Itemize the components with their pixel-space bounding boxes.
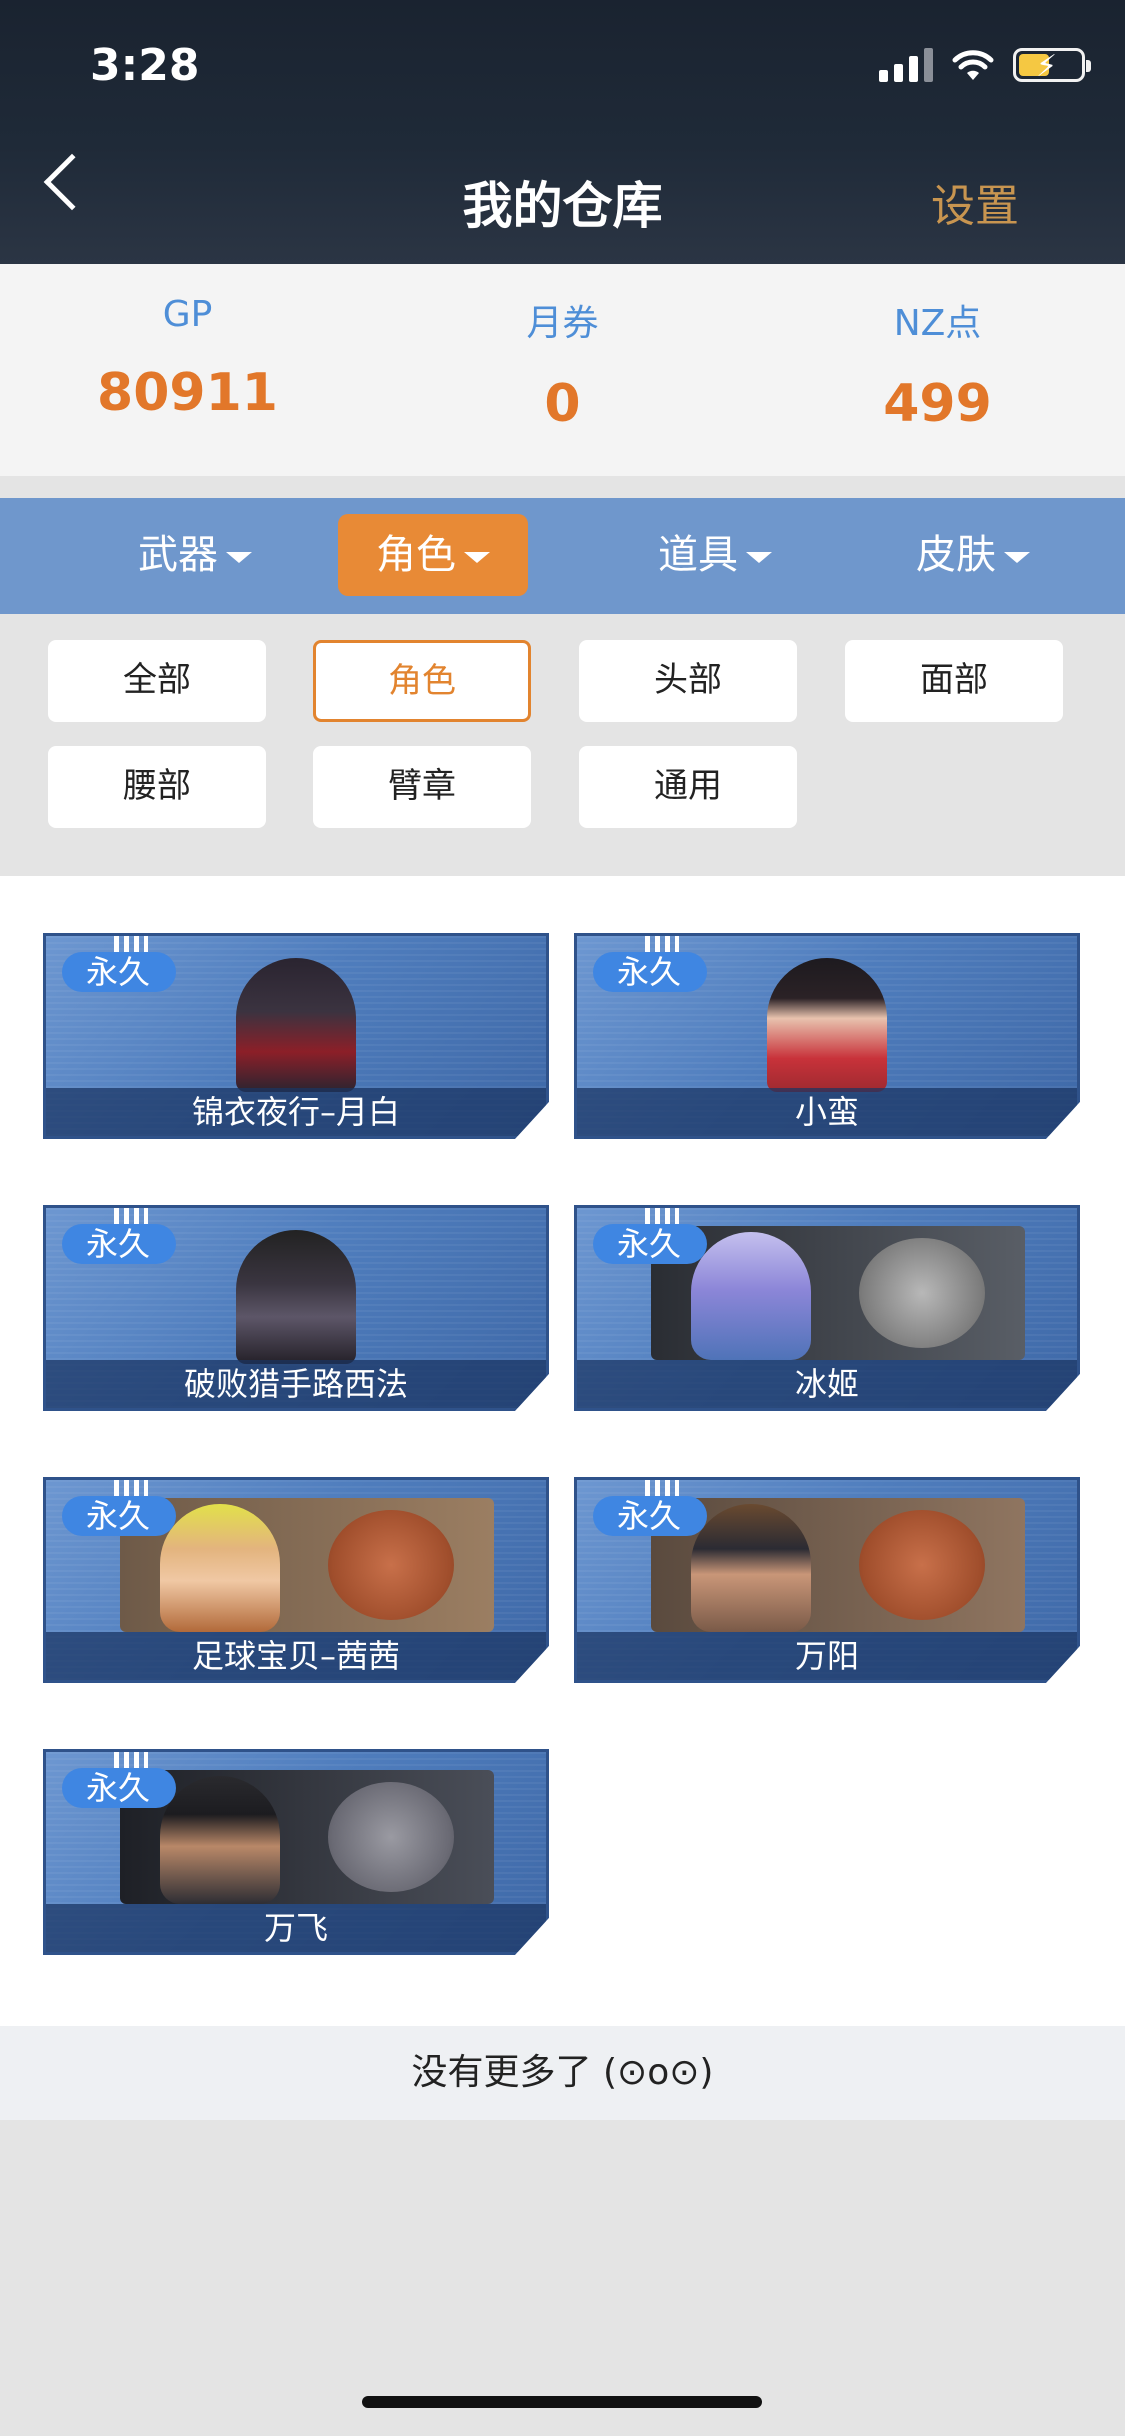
- tab-weapons[interactable]: 武器: [120, 514, 270, 596]
- filter-character[interactable]: 角色: [313, 640, 531, 722]
- filter-armband[interactable]: 臂章: [313, 746, 531, 828]
- item-card[interactable]: 永久 万飞: [43, 1749, 549, 1955]
- item-name: 万飞: [46, 1904, 546, 1952]
- character-banner: [651, 1226, 1025, 1360]
- character-banner: [651, 1498, 1025, 1632]
- filter-general[interactable]: 通用: [579, 746, 797, 828]
- item-grid: 永久 锦衣夜行–月白 永久 小蛮 永久 破败猎手路西法 永久 冰姬 永久 足球宝…: [0, 876, 1125, 2026]
- item-name: 锦衣夜行–月白: [46, 1088, 546, 1136]
- caret-down-icon: [464, 551, 490, 563]
- battery-icon: ⚡: [1013, 48, 1091, 84]
- character-portrait: [236, 1230, 356, 1364]
- currency-panel: GP 80911 月券 0 NZ点 499: [0, 264, 1125, 476]
- item-card[interactable]: 永久 小蛮: [574, 933, 1080, 1139]
- permanent-badge: 永久: [593, 1224, 707, 1264]
- fist-emblem-icon: [328, 1510, 454, 1620]
- currency-label: NZ点: [893, 303, 982, 344]
- permanent-badge: 永久: [593, 952, 707, 992]
- permanent-badge: 永久: [62, 1224, 176, 1264]
- character-banner: [120, 1770, 494, 1904]
- character-banner: [120, 1498, 494, 1632]
- star-emblem-icon: [859, 1238, 985, 1348]
- tab-label: 道具: [658, 532, 738, 578]
- currency-label: GP: [162, 294, 213, 335]
- item-card[interactable]: 永久 破败猎手路西法: [43, 1205, 549, 1411]
- sword-emblem-icon: [328, 1782, 454, 1892]
- item-card[interactable]: 永久 足球宝贝–茜茜: [43, 1477, 549, 1683]
- caret-down-icon: [1004, 551, 1030, 563]
- character-portrait: [236, 958, 356, 1092]
- tab-label: 角色: [376, 532, 456, 578]
- settings-button[interactable]: 设置: [931, 170, 1019, 234]
- character-portrait: [767, 958, 887, 1092]
- filter-head[interactable]: 头部: [579, 640, 797, 722]
- currency-value: 80911: [97, 363, 278, 423]
- sub-filter-panel: 全部 角色 头部 面部 腰部 臂章 通用: [0, 614, 1125, 876]
- item-name: 冰姬: [577, 1360, 1077, 1408]
- item-card[interactable]: 永久 万阳: [574, 1477, 1080, 1683]
- tab-label: 武器: [138, 532, 218, 578]
- header: 3:28 ⚡ 我的仓库 设置: [0, 0, 1125, 264]
- permanent-badge: 永久: [62, 952, 176, 992]
- currency-value: 499: [883, 374, 992, 434]
- item-card[interactable]: 永久 冰姬: [574, 1205, 1080, 1411]
- signal-icon: [879, 48, 933, 82]
- status-icons: ⚡: [879, 48, 1091, 84]
- filter-waist[interactable]: 腰部: [48, 746, 266, 828]
- item-name: 万阳: [577, 1632, 1077, 1680]
- item-name: 破败猎手路西法: [46, 1360, 546, 1408]
- filter-all[interactable]: 全部: [48, 640, 266, 722]
- no-more-text: 没有更多了 (⊙o⊙): [0, 2026, 1125, 2120]
- item-card[interactable]: 永久 锦衣夜行–月白: [43, 933, 549, 1139]
- item-name: 小蛮: [577, 1088, 1077, 1136]
- wifi-icon: [952, 50, 994, 80]
- tab-label: 皮肤: [916, 532, 996, 578]
- filter-face[interactable]: 面部: [845, 640, 1063, 722]
- status-time: 3:28: [90, 40, 200, 91]
- currency-value: 0: [544, 374, 581, 434]
- currency-coupon: 月券 0: [375, 264, 750, 476]
- permanent-badge: 永久: [62, 1496, 176, 1536]
- currency-gp: GP 80911: [0, 264, 375, 476]
- caret-down-icon: [226, 551, 252, 563]
- permanent-badge: 永久: [62, 1768, 176, 1808]
- currency-nz: NZ点 499: [750, 264, 1125, 476]
- home-indicator[interactable]: [362, 2396, 762, 2408]
- caret-down-icon: [746, 551, 772, 563]
- fist-emblem-icon: [859, 1510, 985, 1620]
- permanent-badge: 永久: [593, 1496, 707, 1536]
- tab-items[interactable]: 道具: [640, 514, 790, 596]
- main-tab-bar: 武器 角色 道具 皮肤: [0, 498, 1125, 614]
- item-name: 足球宝贝–茜茜: [46, 1632, 546, 1680]
- currency-label: 月券: [526, 303, 599, 344]
- tab-characters[interactable]: 角色: [338, 514, 528, 596]
- tab-skins[interactable]: 皮肤: [898, 514, 1048, 596]
